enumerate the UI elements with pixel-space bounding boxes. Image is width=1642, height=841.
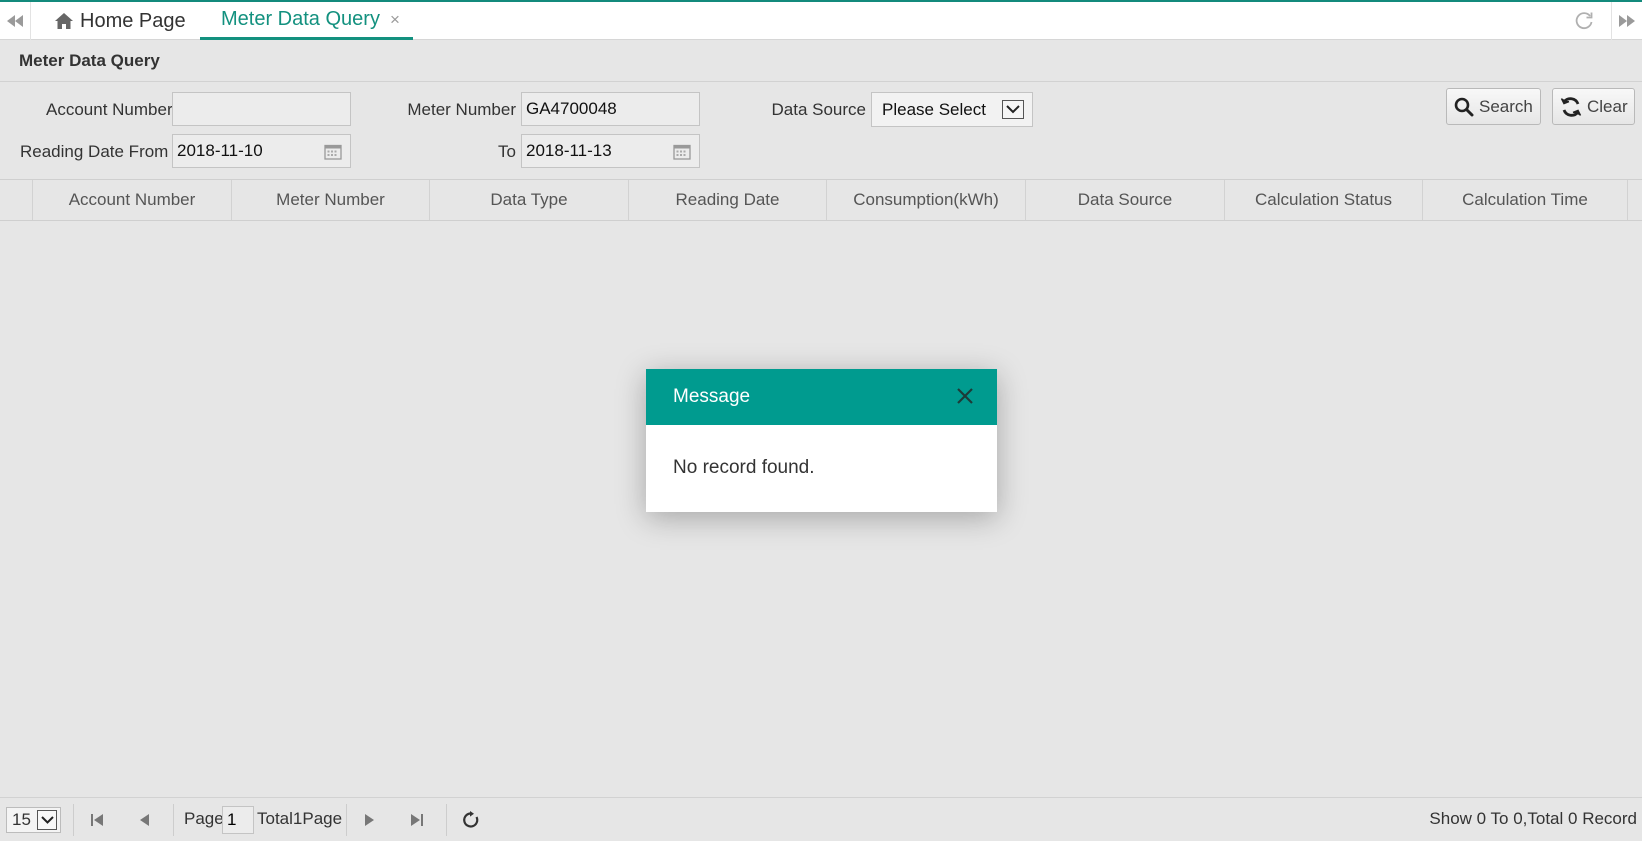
next-page-button[interactable] bbox=[358, 808, 382, 832]
triangle-left-icon bbox=[140, 814, 149, 826]
reading-date-to-field[interactable] bbox=[521, 134, 700, 168]
page-size-select[interactable]: 15 bbox=[6, 807, 61, 833]
scroll-tabs-left-button[interactable] bbox=[0, 2, 31, 40]
tab-close-icon[interactable]: × bbox=[390, 10, 400, 30]
page-number-field[interactable] bbox=[222, 806, 254, 834]
page-title-bar: Meter Data Query bbox=[0, 40, 1642, 82]
pagination-bar: 15 Page Total1Page Show 0 To 0,Total 0 R… bbox=[0, 797, 1642, 841]
dialog-message: No record found. bbox=[673, 457, 815, 478]
tab-home-page-label: Home Page bbox=[80, 9, 186, 32]
account-number-field[interactable] bbox=[172, 92, 351, 126]
dialog-title: Message bbox=[673, 386, 751, 407]
divider bbox=[173, 804, 174, 836]
double-chevron-left-icon bbox=[7, 15, 23, 27]
divider bbox=[73, 804, 74, 836]
calendar-icon[interactable] bbox=[324, 143, 342, 160]
calendar-icon[interactable] bbox=[673, 143, 691, 160]
clear-button-label: Clear bbox=[1587, 96, 1628, 116]
meter-number-label: Meter Number bbox=[407, 100, 516, 119]
search-icon bbox=[1454, 97, 1474, 117]
account-number-input[interactable] bbox=[177, 99, 350, 119]
refresh-tab-button[interactable] bbox=[1564, 2, 1604, 40]
last-page-icon bbox=[411, 814, 423, 826]
page-title: Meter Data Query bbox=[19, 51, 160, 70]
data-source-label: Data Source bbox=[771, 100, 867, 119]
data-source-selected: Please Select bbox=[882, 99, 986, 119]
column-header[interactable]: Consumption(kWh) bbox=[826, 180, 1025, 220]
account-number-label: Account Number bbox=[46, 100, 173, 119]
record-info: Show 0 To 0,Total 0 Record bbox=[1429, 809, 1637, 828]
double-chevron-right-icon bbox=[1619, 15, 1635, 27]
first-page-button[interactable] bbox=[85, 808, 109, 832]
refresh-icon bbox=[1560, 96, 1582, 118]
dialog-header: Message bbox=[646, 369, 997, 425]
reading-date-from-label: Reading Date From bbox=[20, 142, 169, 161]
reload-button[interactable] bbox=[459, 808, 483, 832]
home-icon bbox=[54, 12, 74, 30]
triangle-right-icon bbox=[365, 814, 374, 826]
tab-meter-data-query[interactable]: Meter Data Query × bbox=[200, 2, 413, 40]
refresh-icon bbox=[1575, 12, 1593, 30]
column-header[interactable]: Account Number bbox=[32, 180, 231, 220]
last-page-button[interactable] bbox=[405, 808, 429, 832]
tab-home-page[interactable]: Home Page bbox=[54, 2, 186, 40]
column-header[interactable]: Calculation Time bbox=[1422, 180, 1628, 220]
reading-date-to-label: To bbox=[498, 142, 516, 161]
column-header[interactable]: Reading Date bbox=[628, 180, 826, 220]
chevron-down-icon[interactable] bbox=[37, 810, 57, 830]
first-page-icon bbox=[91, 814, 103, 826]
search-button-label: Search bbox=[1479, 96, 1533, 116]
page-size-value: 15 bbox=[12, 810, 31, 829]
column-header[interactable]: Calculation Status bbox=[1224, 180, 1422, 220]
scroll-tabs-right-button[interactable] bbox=[1611, 2, 1642, 40]
page-label: Page bbox=[184, 809, 224, 828]
divider bbox=[346, 804, 347, 836]
total-pages-label: Total1Page bbox=[257, 809, 343, 828]
chevron-down-icon[interactable] bbox=[1002, 100, 1024, 119]
meter-number-field[interactable] bbox=[521, 92, 700, 126]
grid-header: Account Number Meter Number Data Type Re… bbox=[0, 179, 1642, 221]
meter-number-input[interactable] bbox=[526, 99, 699, 119]
page-number-input[interactable] bbox=[227, 810, 253, 830]
column-header[interactable]: Data Source bbox=[1025, 180, 1224, 220]
tab-bar: Home Page Meter Data Query × bbox=[0, 0, 1642, 40]
close-icon[interactable] bbox=[955, 386, 975, 406]
message-dialog: Message No record found. bbox=[646, 369, 997, 512]
divider bbox=[446, 804, 447, 836]
tab-meter-data-query-label: Meter Data Query bbox=[221, 8, 380, 30]
reading-date-from-field[interactable] bbox=[172, 134, 351, 168]
search-button[interactable]: Search bbox=[1446, 88, 1541, 125]
column-header[interactable]: Data Type bbox=[429, 180, 628, 220]
column-header[interactable]: Meter Number bbox=[231, 180, 429, 220]
reload-icon bbox=[463, 811, 479, 828]
data-source-select[interactable]: Please Select bbox=[871, 92, 1033, 127]
previous-page-button[interactable] bbox=[132, 808, 156, 832]
clear-button[interactable]: Clear bbox=[1552, 88, 1635, 125]
